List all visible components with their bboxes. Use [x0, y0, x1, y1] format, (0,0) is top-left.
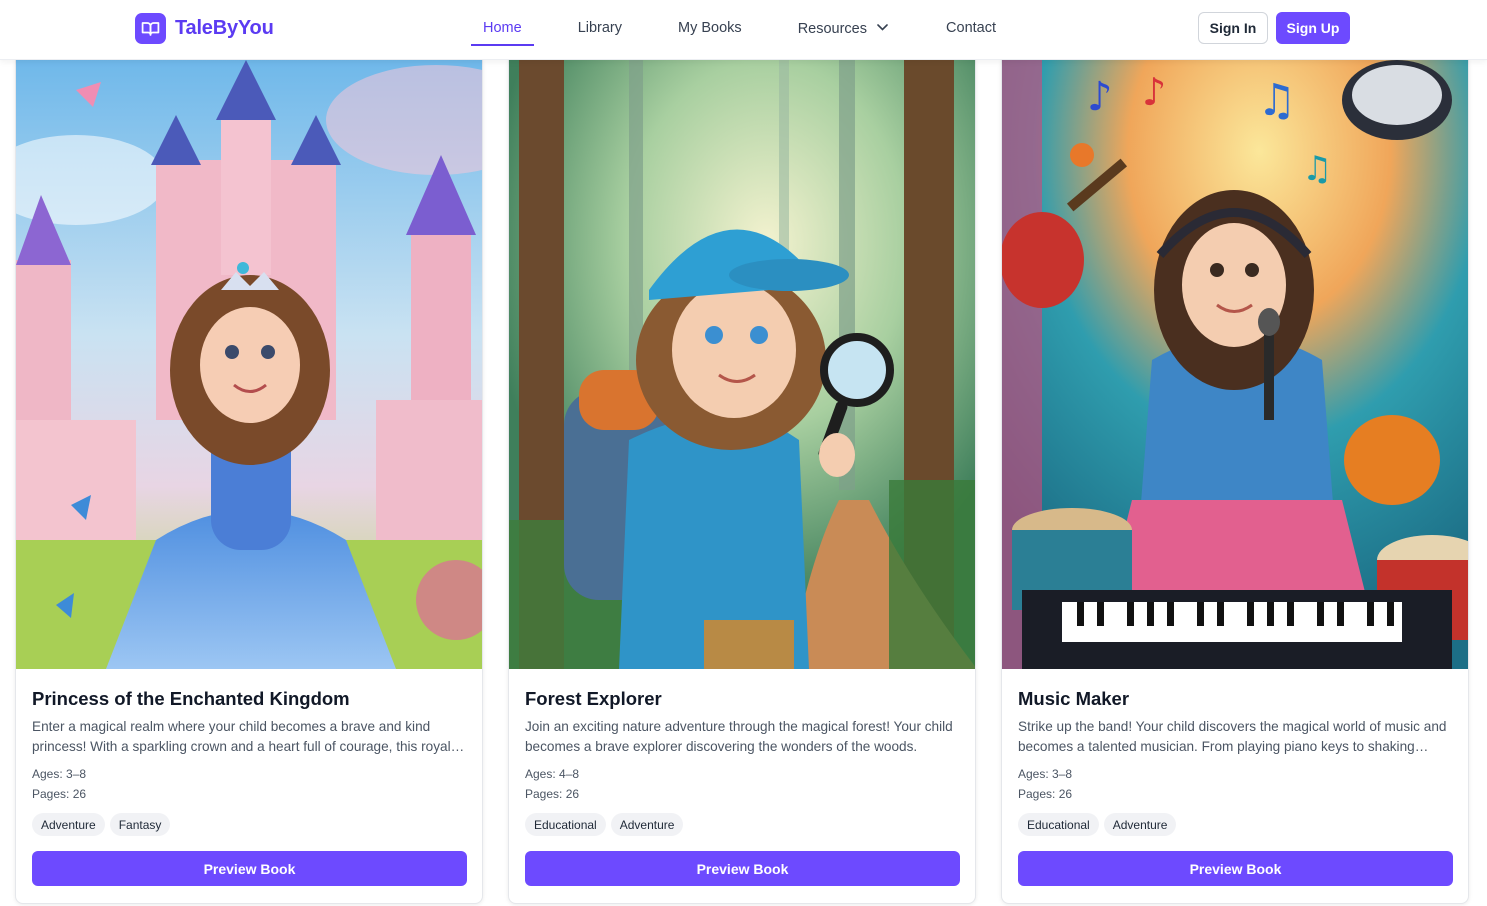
book-pages: Pages: 26 [32, 787, 87, 801]
nav-library[interactable]: Library [578, 0, 622, 46]
nav-contact[interactable]: Contact [946, 0, 996, 46]
book-card-music-maker: ♪ ♫ ♪ ♫ Music Maker Strike up the band! … [1001, 60, 1469, 904]
book-ages: Ages: 3–8 [32, 767, 87, 781]
svg-text:♪: ♪ [1142, 70, 1166, 114]
chevron-down-icon [877, 19, 888, 35]
book-title: Forest Explorer [525, 688, 662, 709]
svg-text:♫: ♫ [1257, 75, 1296, 126]
preview-book-button[interactable]: Preview Book [32, 851, 467, 886]
svg-text:♪: ♪ [1087, 74, 1113, 120]
tag: Adventure [32, 813, 105, 836]
nav-my-books[interactable]: My Books [678, 0, 742, 46]
brand-logo[interactable]: TaleByYou [135, 13, 274, 44]
book-ages: Ages: 4–8 [525, 767, 580, 781]
book-pages: Pages: 26 [525, 787, 580, 801]
tag-list: Educational Adventure [525, 813, 684, 836]
nav-resources-label: Resources [797, 21, 867, 37]
book-pages: Pages: 26 [1018, 787, 1073, 801]
sign-in-button[interactable]: Sign In [1198, 12, 1268, 44]
book-open-icon [135, 13, 166, 44]
preview-book-button[interactable]: Preview Book [1018, 851, 1453, 886]
top-navbar: TaleByYou Home Library My Books Resource… [0, 0, 1487, 60]
book-description: Strike up the band! Your child discovers… [1018, 719, 1447, 754]
book-cover-image[interactable] [16, 60, 482, 669]
tag-list: Educational Adventure [1018, 813, 1177, 836]
book-description: Enter a magical realm where your child b… [32, 719, 451, 754]
book-card-princess: Princess of the Enchanted Kingdom Enter … [15, 60, 483, 904]
book-card-forest-explorer: Forest Explorer Join an exciting nature … [508, 60, 976, 904]
tag-list: Adventure Fantasy [32, 813, 171, 836]
brand-name: TaleByYou [175, 17, 274, 39]
main-nav: Home Library My Books Resources Contact [471, 0, 996, 60]
tag: Educational [525, 813, 606, 836]
book-title: Music Maker [1018, 688, 1130, 709]
sign-up-button[interactable]: Sign Up [1276, 12, 1350, 44]
book-cover-image[interactable]: ♪ ♫ ♪ ♫ [1002, 60, 1468, 669]
book-cover-image[interactable] [509, 60, 975, 669]
preview-book-button[interactable]: Preview Book [525, 851, 960, 886]
svg-text:♫: ♫ [1302, 149, 1332, 189]
nav-home[interactable]: Home [471, 0, 534, 46]
tag: Adventure [610, 813, 684, 836]
book-description: Join an exciting nature adventure throug… [525, 719, 953, 754]
book-ages: Ages: 3–8 [1018, 767, 1073, 781]
nav-resources[interactable]: Resources [798, 0, 888, 46]
tag: Adventure [1103, 813, 1177, 836]
tag: Educational [1018, 813, 1099, 836]
book-title: Princess of the Enchanted Kingdom [32, 688, 350, 709]
tag: Fantasy [109, 813, 171, 836]
